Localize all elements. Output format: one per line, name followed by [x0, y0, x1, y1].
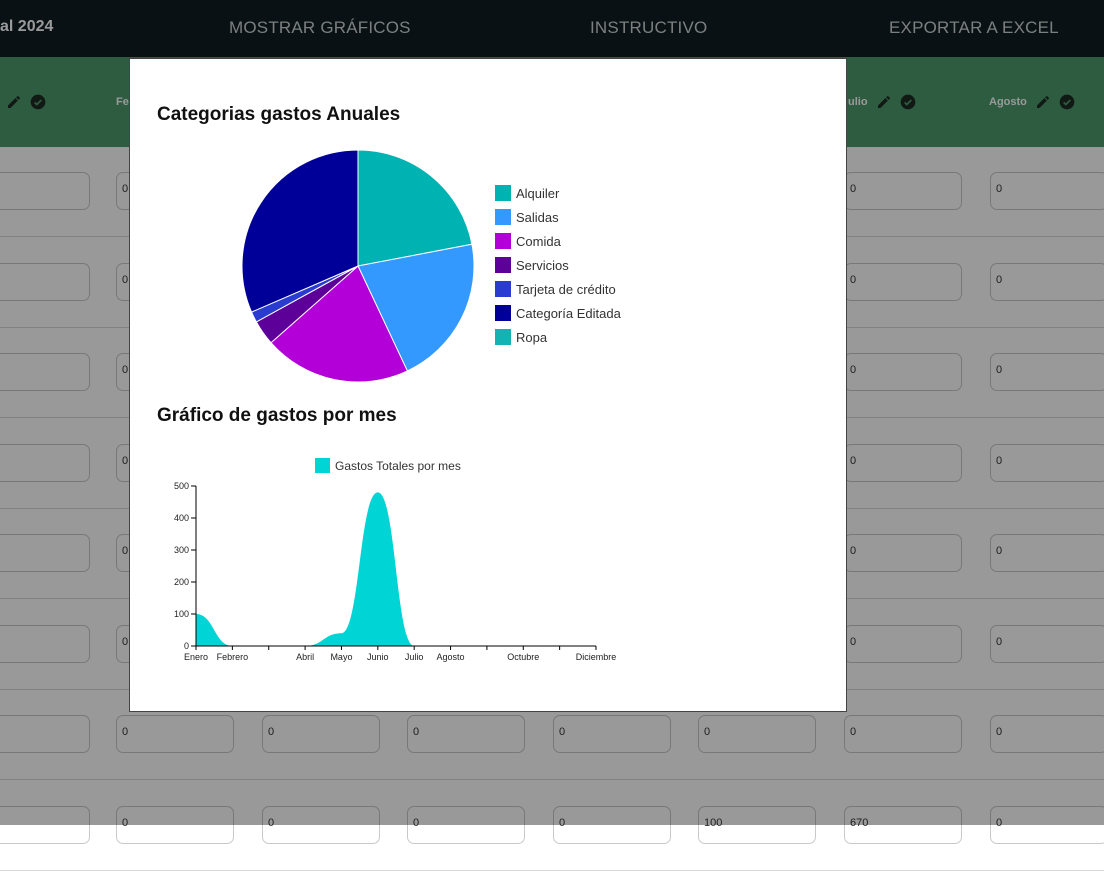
x-tick-label: Agosto — [437, 652, 465, 662]
x-tick-label: Junio — [367, 652, 389, 662]
x-tick-label: Abril — [296, 652, 314, 662]
legend-label: Alquiler — [516, 185, 560, 201]
x-tick-label: Diciembre — [576, 652, 617, 662]
charts-modal: Categorias gastos Anuales Alquiler Salida… — [129, 58, 847, 712]
legend-item[interactable]: Servicios — [495, 257, 569, 273]
area-chart: Gastos Totales por mes 0 100 200 300 400 500 En… — [174, 458, 617, 662]
legend-label: Comida — [516, 233, 561, 249]
legend-swatch — [315, 458, 330, 473]
pie-chart — [241, 149, 475, 383]
legend-swatch — [495, 305, 511, 321]
legend-swatch — [495, 329, 511, 345]
legend-swatch — [495, 185, 511, 201]
x-tick-label: Julio — [405, 652, 424, 662]
y-tick-label: 400 — [174, 513, 189, 523]
legend-item[interactable]: Tarjeta de crédito — [495, 281, 616, 297]
legend-item[interactable]: Ropa — [495, 329, 547, 345]
legend-label: Tarjeta de crédito — [516, 281, 616, 297]
x-tick-label: Enero — [184, 652, 208, 662]
legend-label[interactable]: Gastos Totales por mes — [335, 459, 461, 473]
y-tick-label: 0 — [184, 641, 189, 651]
y-tick-label: 100 — [174, 609, 189, 619]
y-tick-label: 300 — [174, 545, 189, 555]
legend-item[interactable]: Salidas — [495, 209, 559, 225]
y-tick-label: 500 — [174, 481, 189, 491]
legend-label: Servicios — [516, 257, 569, 273]
x-tick-label: Febrero — [217, 652, 249, 662]
pie-chart-title: Categorias gastos Anuales — [157, 104, 401, 125]
legend-swatch — [495, 281, 511, 297]
legend-item[interactable]: Categoría Editada — [495, 305, 621, 321]
legend-label: Categoría Editada — [516, 305, 621, 321]
legend-swatch — [495, 257, 511, 273]
legend-item[interactable]: Comida — [495, 233, 561, 249]
x-tick-label: Mayo — [330, 652, 352, 662]
x-tick-label: Octubre — [507, 652, 539, 662]
legend-item[interactable]: Alquiler — [495, 185, 559, 201]
y-tick-label: 200 — [174, 577, 189, 587]
legend-label: Ropa — [516, 329, 548, 345]
area-series[interactable] — [196, 492, 596, 646]
legend-swatch — [495, 233, 511, 249]
area-chart-title: Gráfico de gastos por mes — [157, 405, 397, 426]
legend-swatch — [495, 209, 511, 225]
legend-label: Salidas — [516, 209, 559, 225]
